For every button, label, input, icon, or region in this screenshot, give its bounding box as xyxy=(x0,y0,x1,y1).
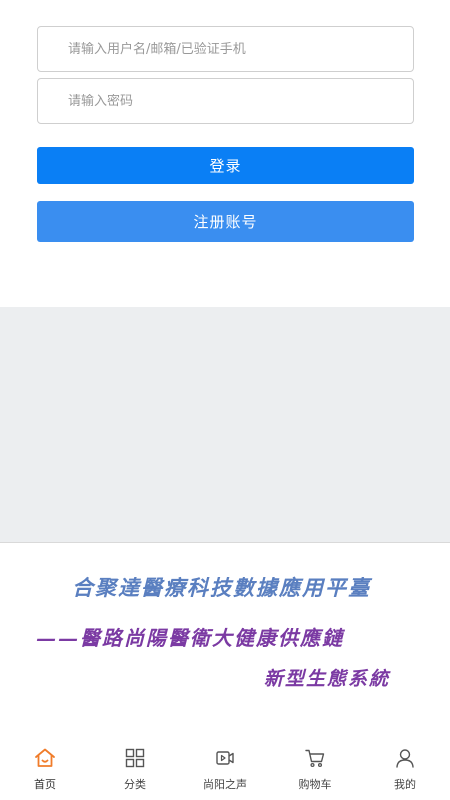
video-icon xyxy=(216,751,234,765)
tab-home[interactable]: 首页 xyxy=(0,740,90,800)
tab-cart[interactable]: 购物车 xyxy=(270,740,360,800)
user-icon xyxy=(396,749,414,768)
login-button[interactable]: 登录 xyxy=(37,147,414,184)
cart-icon xyxy=(305,749,325,768)
tab-category-label: 分类 xyxy=(124,778,146,791)
login-form: 登录 注册账号 xyxy=(0,0,450,307)
slogan-line-2: ——醫路尚陽醫衛大健康供應鏈 xyxy=(36,626,344,650)
content-placeholder-area xyxy=(0,307,450,543)
slogan-line-3: 新型生態系統 xyxy=(264,668,391,690)
password-field[interactable] xyxy=(37,78,414,124)
slogan-banner: 合聚達醫療科技數據應用平臺 ——醫路尚陽醫衛大健康供應鏈 新型生態系統 xyxy=(0,544,450,734)
register-button[interactable]: 注册账号 xyxy=(37,201,414,242)
tab-cart-label: 购物车 xyxy=(298,778,332,791)
tab-mine-label: 我的 xyxy=(394,778,416,791)
tab-voice[interactable]: 尚阳之声 xyxy=(180,740,270,800)
tab-voice-label: 尚阳之声 xyxy=(203,778,247,791)
username-input[interactable] xyxy=(68,41,413,57)
tab-category[interactable]: 分类 xyxy=(90,740,180,800)
grid-icon xyxy=(125,748,145,768)
slogan-line-1: 合聚達醫療科技數據應用平臺 xyxy=(72,575,371,600)
bottom-tab-bar: 首页 分类 尚阳之声 购物车 我的 xyxy=(0,740,450,800)
home-icon xyxy=(35,748,55,767)
username-field[interactable] xyxy=(37,26,414,72)
tab-home-label: 首页 xyxy=(34,778,56,791)
password-input[interactable] xyxy=(68,93,413,109)
tab-mine[interactable]: 我的 xyxy=(360,740,450,800)
